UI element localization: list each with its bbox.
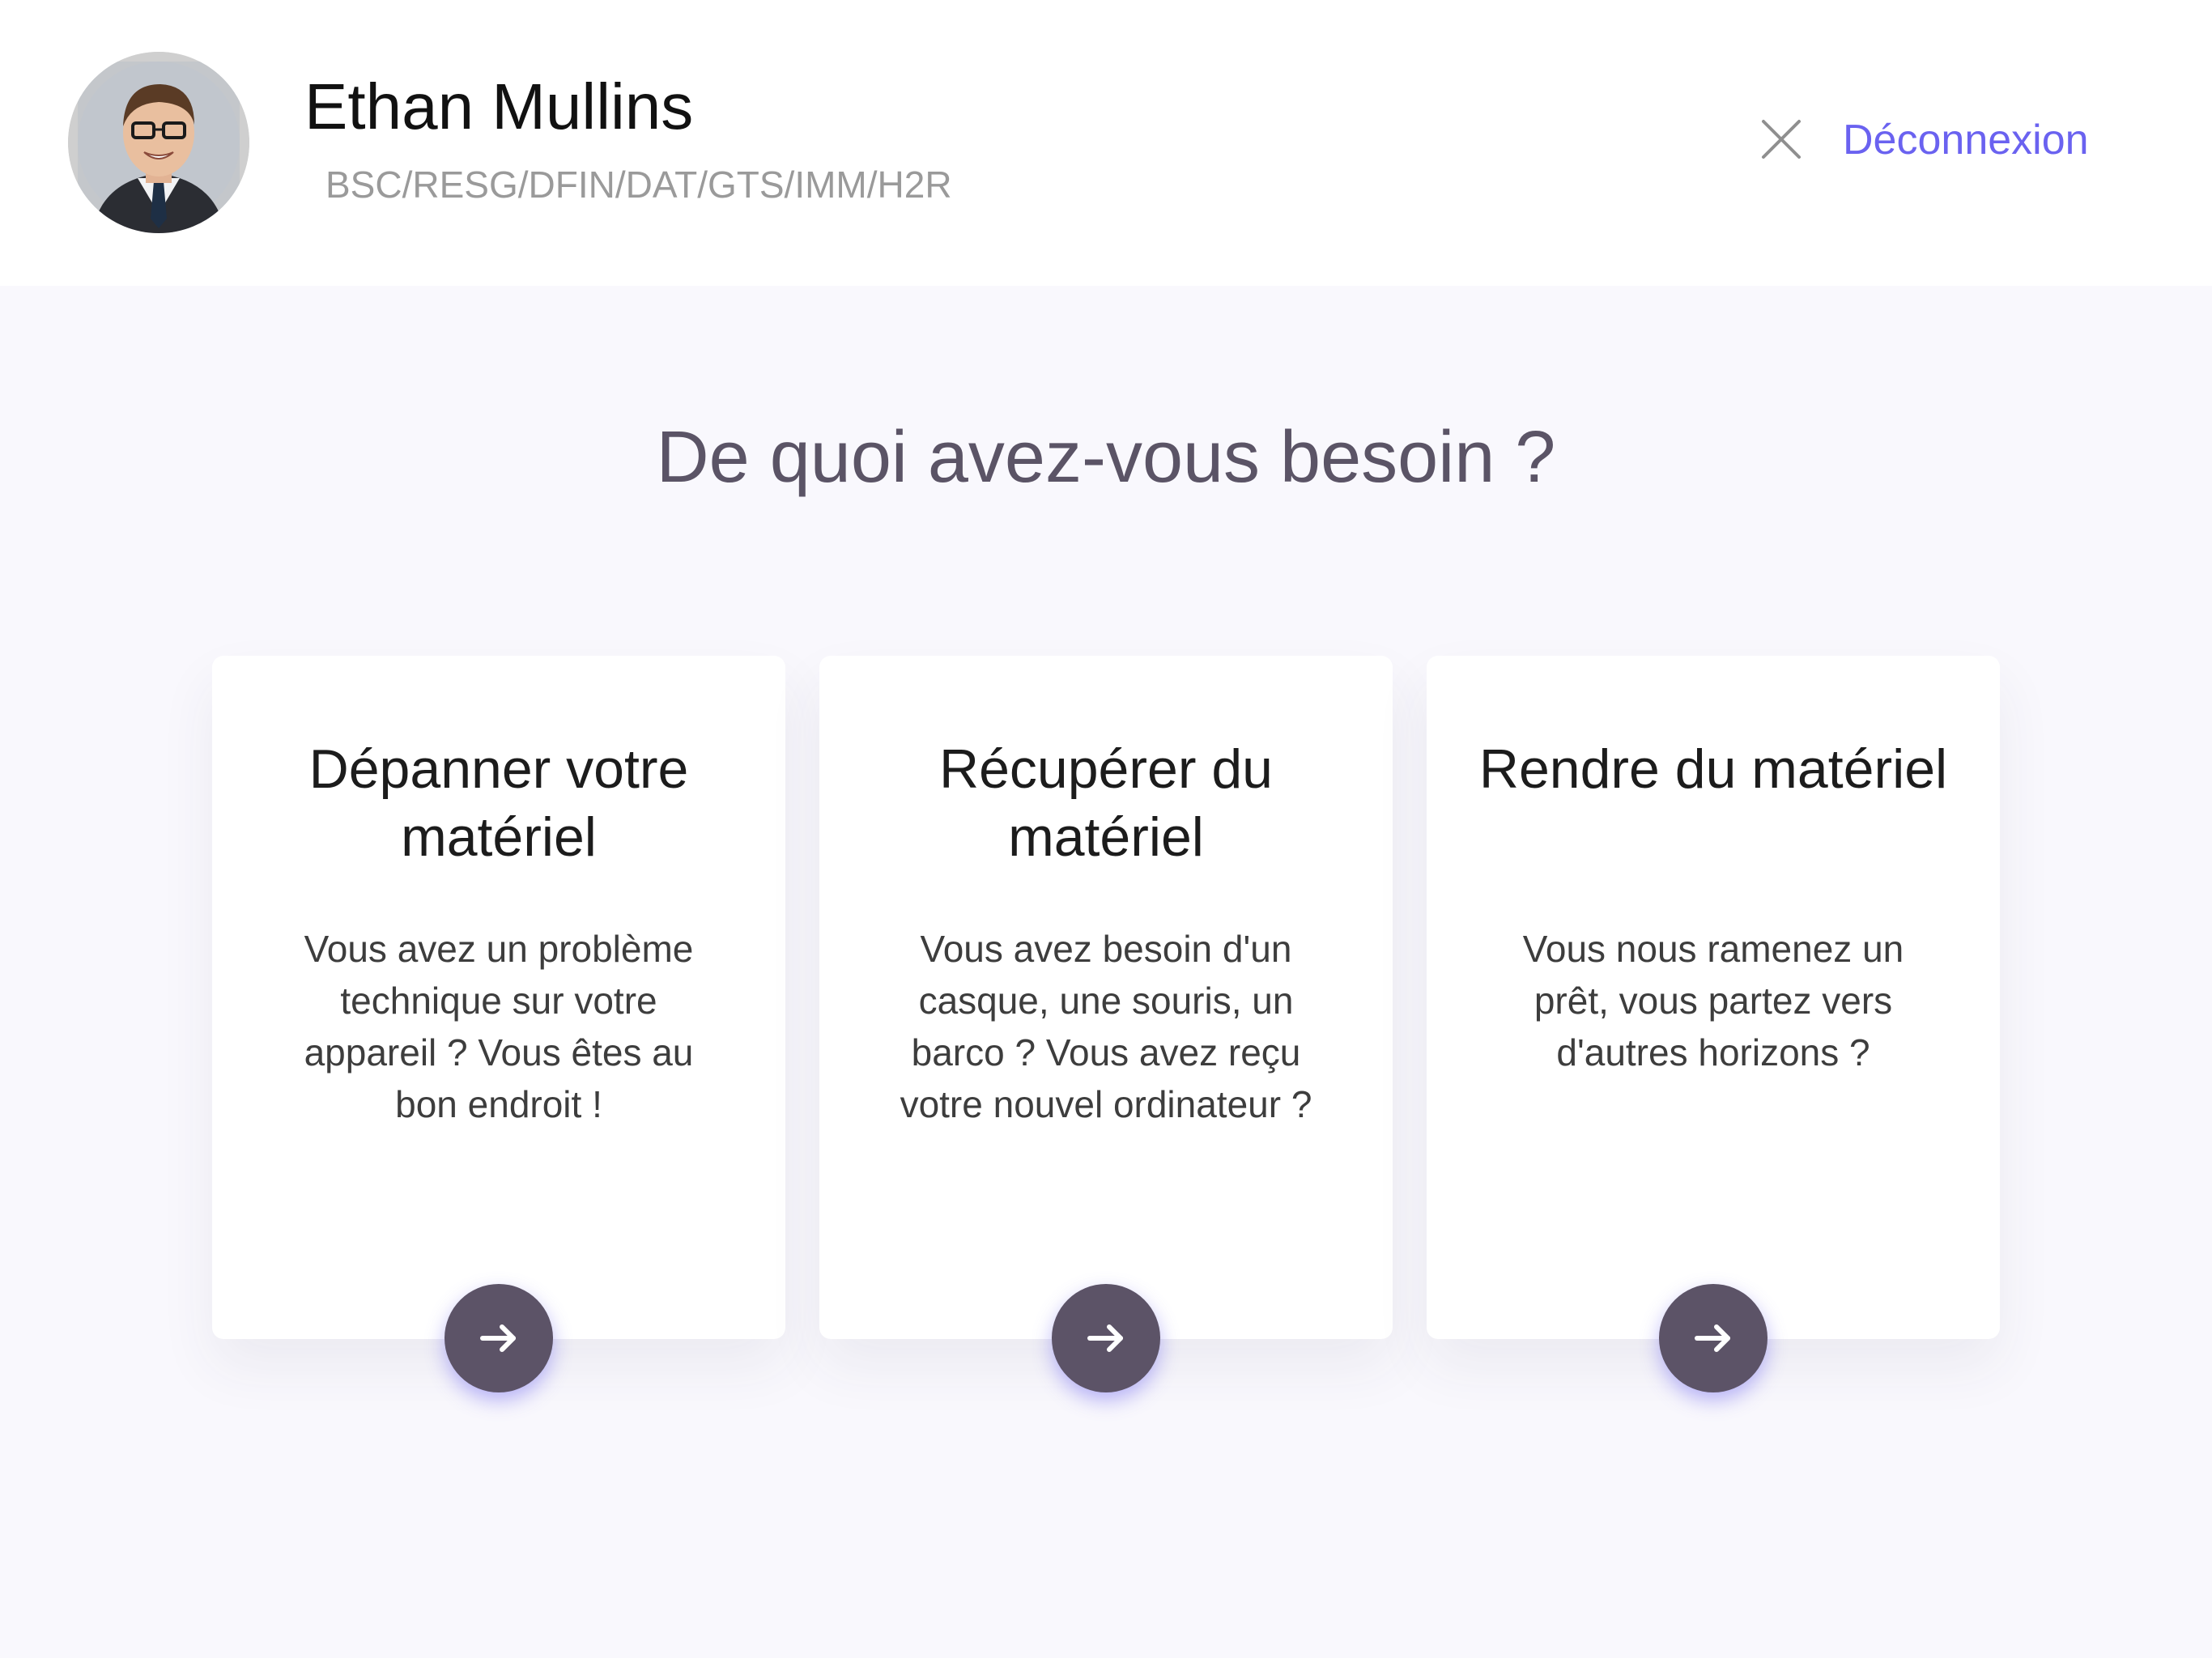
close-icon <box>1762 120 1801 159</box>
card-arrow-button[interactable] <box>1659 1284 1767 1392</box>
user-department-path: BSC/RESG/DFIN/DAT/GTS/IMM/H2R <box>325 164 952 206</box>
card-description: Vous avez un problème technique sur votr… <box>304 928 694 1125</box>
card-arrow-button[interactable] <box>445 1284 553 1392</box>
user-name: Ethan Mullins <box>304 70 694 142</box>
card-description: Vous avez besoin d'un casque, une souris… <box>900 928 1312 1125</box>
card-retrieve[interactable]: Récupérer du matériel Vous avez besoin d… <box>819 656 1393 1392</box>
card-description: Vous nous ramenez un prêt, vous partez v… <box>1522 928 1904 1073</box>
arrow-right-icon <box>480 1324 516 1352</box>
user-avatar <box>68 52 249 233</box>
card-return[interactable]: Rendre du matériel Vous nous ramenez un … <box>1427 656 2000 1392</box>
card-title: Récupérer du matériel <box>938 738 1274 868</box>
card-title: Rendre du matériel <box>1478 738 1948 800</box>
avatar-photo-icon <box>68 52 249 233</box>
header-bar: Ethan Mullins BSC/RESG/DFIN/DAT/GTS/IMM/… <box>0 0 2212 286</box>
close-button[interactable] <box>1759 117 1804 162</box>
arrow-right-icon <box>1695 1324 1730 1352</box>
card-title: Dépanner votre matériel <box>308 738 689 868</box>
card-troubleshoot[interactable]: Dépanner votre matériel Vous avez un pro… <box>212 656 785 1392</box>
arrow-right-icon <box>1087 1324 1123 1352</box>
card-arrow-button[interactable] <box>1052 1284 1160 1392</box>
page-title: De quoi avez-vous besoin ? <box>656 417 1556 498</box>
logout-link[interactable]: Déconnexion <box>1843 115 2089 165</box>
